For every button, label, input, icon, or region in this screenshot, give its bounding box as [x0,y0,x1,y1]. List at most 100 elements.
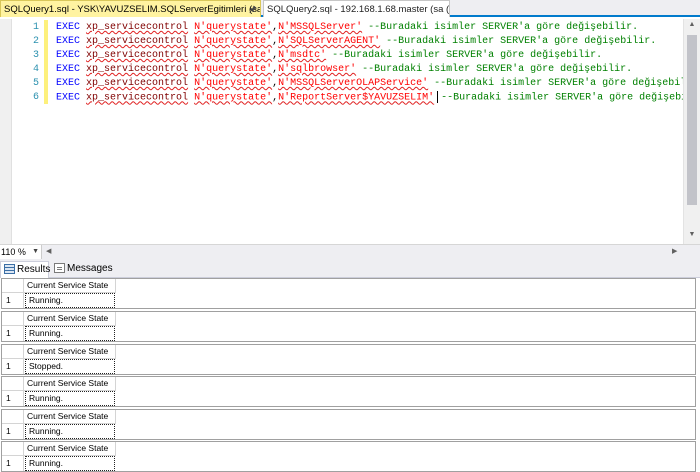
keyword: EXEC [56,36,81,47]
keyword: EXEC [56,22,81,33]
column-header[interactable]: Current Service State [24,410,116,424]
tab-sqlquery1[interactable]: SQLQuery1.sql - YSK\YAVUZSELIM.SQLServer… [0,0,261,17]
row-number[interactable]: 1 [2,293,24,308]
line-number: 3 [32,50,39,61]
comment: --Buradaki isimler SERVER'a göre değişeb… [332,50,603,61]
chevron-down-icon: ▼ [32,248,39,255]
code-line[interactable]: EXEC xp_servicecontrol N'querystate',N'R… [56,91,700,105]
row-number[interactable]: 1 [2,359,24,374]
procedure-name: xp_servicecontrol [86,64,189,75]
line-number: 2 [32,36,39,47]
query-editor[interactable]: 1 2 3 4 5 6 EXEC xp_servicecontrol N'que… [0,19,700,244]
grid-corner[interactable] [2,312,24,326]
tab-messages-label: Messages [67,263,113,274]
code-line[interactable]: EXEC xp_servicecontrol N'querystate',N'S… [56,35,656,49]
keyword: EXEC [56,92,81,104]
procedure-name: xp_servicecontrol [86,36,189,47]
grid-cell[interactable]: Stopped. [25,359,115,374]
messages-icon [54,263,65,273]
result-grid[interactable]: Current Service State 1 Running. [1,409,696,440]
keyword: EXEC [56,64,81,75]
row-number[interactable]: 1 [2,424,24,439]
row-number[interactable]: 1 [2,326,24,341]
row-number[interactable]: 1 [2,391,24,406]
line-number: 4 [32,64,39,75]
line-number: 5 [32,78,39,89]
comment: --Buradaki isimler SERVER'a göre değişeb… [362,64,633,75]
keyword: EXEC [56,78,81,89]
line-number: 1 [32,22,39,33]
string-literal: N'querystate' [194,50,273,61]
scroll-up-arrow-icon[interactable]: ▲ [684,21,700,28]
string-literal: N'querystate' [194,36,273,47]
string-literal: N'querystate' [194,64,273,75]
grid-cell[interactable]: Running. [25,424,115,439]
column-header[interactable]: Current Service State [24,345,116,359]
comment: --Buradaki isimler SERVER'a göre değişeb… [368,22,639,33]
procedure-name: xp_servicecontrol [86,22,189,33]
editor-selection-margin [0,19,12,244]
pin-icon[interactable]: 🖈 [249,1,257,17]
result-grid[interactable]: Current Service State 1 Running. [1,278,696,309]
tab-results[interactable]: Results [0,261,51,278]
grid-corner[interactable] [2,345,24,359]
grid-corner[interactable] [2,410,24,424]
zoom-dropdown[interactable]: 110 % ▼ [0,245,42,259]
string-literal: N'sqlbrowser' [278,64,357,75]
line-number: 6 [32,92,39,103]
string-literal: N'ReportServer$YAVUZSELIM' [278,92,435,104]
grid-cell[interactable]: Running. [25,326,115,341]
grid-corner[interactable] [2,377,24,391]
procedure-name: xp_servicecontrol [86,92,189,104]
grid-cell[interactable]: Running. [25,293,115,308]
string-literal: N'MSSQLServer' [278,22,363,33]
editor-vertical-scrollbar[interactable]: ▲ ▼ [683,19,700,244]
procedure-name: xp_servicecontrol [86,50,189,61]
text-cursor [437,91,439,103]
code-line[interactable]: EXEC xp_servicecontrol N'querystate',N's… [56,63,632,77]
scroll-right-arrow-icon[interactable]: ▶ [672,245,677,259]
procedure-name: xp_servicecontrol [86,78,189,89]
scroll-down-arrow-icon[interactable]: ▼ [684,231,700,238]
keyword: EXEC [56,50,81,61]
grid-cell[interactable]: Running. [25,391,115,406]
code-line[interactable]: EXEC xp_servicecontrol N'querystate',N'M… [56,77,700,91]
row-number[interactable]: 1 [2,456,24,471]
column-header[interactable]: Current Service State [24,442,116,456]
comment: --Buradaki isimler SERVER'a göre değişeb… [386,36,657,47]
column-header[interactable]: Current Service State [24,279,116,293]
result-grid[interactable]: Current Service State 1 Running. [1,376,696,407]
tab-results-label: Results [17,264,51,275]
string-literal: N'querystate' [194,22,273,33]
scroll-left-arrow-icon[interactable]: ◀ [46,245,51,259]
results-pane: Current Service State 1 Running. Current… [0,278,700,472]
result-grid[interactable]: Current Service State 1 Running. [1,441,696,472]
result-grid[interactable]: Current Service State 1 Running. [1,311,696,342]
string-literal: N'querystate' [194,78,273,89]
grid-icon [4,264,15,274]
tab-messages[interactable]: Messages [51,261,113,278]
string-literal: N'querystate' [194,92,273,104]
scrollbar-thumb[interactable] [687,35,697,205]
comment: --Buradaki isimler SERVER'a göre değişeb… [441,92,700,104]
change-tracking-bar [44,20,48,104]
grid-corner[interactable] [2,279,24,293]
column-header[interactable]: Current Service State [24,312,116,326]
result-grid[interactable]: Current Service State 1 Stopped. [1,344,696,375]
code-line[interactable]: EXEC xp_servicecontrol N'querystate',N'M… [56,21,638,35]
editor-status-strip: 110 % ▼ ◀ ▶ [0,244,700,259]
string-literal: N'msdtc' [278,50,327,61]
tab-sqlquery2[interactable]: SQLQuery2.sql - 192.168.1.68.master (sa … [263,0,450,17]
tab-sqlquery1-label: SQLQuery1.sql - YSK\YAVUZSELIM.SQLServer… [4,4,261,15]
comment: --Buradaki isimler SERVER'a göre değişeb… [434,78,700,89]
document-tab-bar: SQLQuery1.sql - YSK\YAVUZSELIM.SQLServer… [0,0,700,17]
grid-cell[interactable]: Running. [25,456,115,471]
column-header[interactable]: Current Service State [24,377,116,391]
grid-corner[interactable] [2,442,24,456]
results-tab-strip: Results Messages [0,259,700,278]
code-line[interactable]: EXEC xp_servicecontrol N'querystate',N'm… [56,49,602,63]
string-literal: N'SQLServerAGENT' [278,36,381,47]
string-literal: N'MSSQLServerOLAPService' [278,78,429,89]
line-number-gutter: 1 2 3 4 5 6 [12,19,44,244]
tab-sqlquery2-label: SQLQuery2.sql - 192.168.1.68.master (sa … [267,4,450,15]
